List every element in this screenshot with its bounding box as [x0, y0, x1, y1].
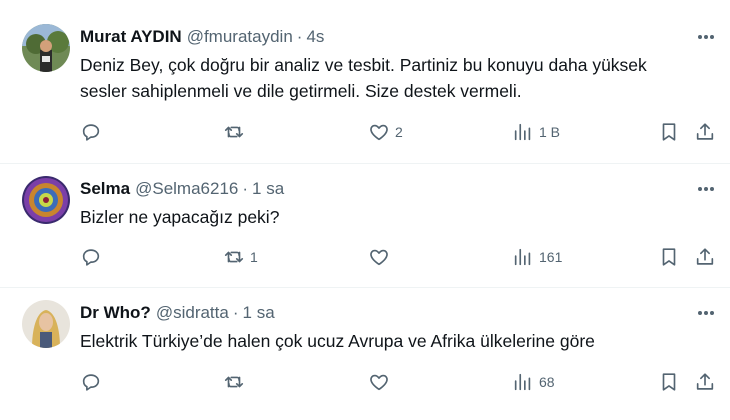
action-bar: 68 — [80, 370, 720, 394]
view-count: 68 — [539, 374, 555, 390]
views-icon — [514, 123, 531, 141]
more-dots-icon[interactable] — [696, 303, 716, 323]
separator-dot: · — [296, 27, 303, 46]
tweet-header: Selma @Selma6216 · 1 sa — [80, 177, 284, 201]
reply-button[interactable] — [80, 120, 107, 144]
bookmark-button[interactable] — [658, 370, 680, 394]
heart-icon — [370, 124, 388, 141]
more-dots-icon[interactable] — [696, 27, 716, 47]
tweet-text-line: sesler sahiplenmeli ve dile getirmeli. S… — [80, 81, 522, 101]
views-icon — [514, 248, 531, 266]
user-handle[interactable]: @sidratta — [156, 303, 229, 323]
tweet[interactable]: Dr Who? @sidratta · 1 sa Elektrik Türkiy… — [0, 288, 730, 420]
retweet-button[interactable]: 1 — [223, 245, 258, 269]
tweet-header: Dr Who? @sidratta · 1 sa — [80, 301, 275, 325]
tweet-text: Elektrik Türkiye’de halen çok ucuz Avrup… — [80, 328, 710, 354]
timestamp[interactable]: 1 sa — [252, 179, 284, 199]
heart-icon — [370, 374, 388, 391]
retweet-button[interactable] — [223, 120, 250, 144]
display-name[interactable]: Dr Who? — [80, 303, 151, 323]
views-button[interactable]: 68 — [512, 370, 555, 394]
reply-icon — [82, 249, 100, 266]
timestamp[interactable]: 1 sa — [243, 303, 275, 323]
tweet-text-line: Elektrik Türkiye’de halen çok ucuz Avrup… — [80, 331, 595, 351]
heart-icon — [370, 249, 388, 266]
reply-icon — [82, 124, 100, 141]
like-button[interactable]: 2 — [368, 120, 403, 144]
tweet-text: Bizler ne yapacağız peki? — [80, 204, 710, 230]
view-count: 161 — [539, 249, 563, 265]
reply-icon — [82, 374, 100, 391]
retweet-button[interactable] — [223, 370, 250, 394]
display-name[interactable]: Selma — [80, 179, 130, 199]
share-button[interactable] — [694, 245, 716, 269]
separator-dot: · — [232, 303, 239, 322]
tweet-text-line: Deniz Bey, çok doğru bir analiz ve tesbi… — [80, 55, 647, 75]
like-button[interactable] — [368, 370, 395, 394]
display-name[interactable]: Murat AYDIN — [80, 27, 182, 47]
avatar[interactable] — [22, 300, 70, 348]
action-bar: 2 1 B — [80, 120, 720, 144]
bookmark-button[interactable] — [658, 120, 680, 144]
reply-button[interactable] — [80, 370, 107, 394]
retweet-count: 1 — [250, 249, 258, 265]
tweet-text-line: Bizler ne yapacağız peki? — [80, 207, 280, 227]
view-count: 1 B — [539, 124, 561, 140]
views-button[interactable]: 161 — [512, 245, 562, 269]
views-icon — [514, 373, 531, 391]
share-icon — [696, 123, 714, 140]
tweet-header: Murat AYDIN @fmurataydin · 4s — [80, 25, 324, 49]
share-icon — [696, 248, 714, 265]
avatar[interactable] — [22, 176, 70, 224]
views-button[interactable]: 1 B — [512, 120, 560, 144]
user-handle[interactable]: @fmurataydin — [187, 27, 293, 47]
retweet-icon — [224, 126, 244, 138]
share-button[interactable] — [694, 370, 716, 394]
avatar[interactable] — [22, 24, 70, 72]
share-icon — [696, 373, 714, 390]
bookmark-icon — [662, 248, 676, 266]
tweet-text: Deniz Bey, çok doğru bir analiz ve tesbi… — [80, 52, 710, 104]
more-dots-icon[interactable] — [696, 179, 716, 199]
reply-button[interactable] — [80, 245, 107, 269]
share-button[interactable] — [694, 120, 716, 144]
bookmark-icon — [662, 123, 676, 141]
user-handle[interactable]: @Selma6216 — [135, 179, 238, 199]
bookmark-icon — [662, 373, 676, 391]
tweet[interactable]: Murat AYDIN @fmurataydin · 4s Deniz Bey,… — [0, 0, 730, 164]
retweet-icon — [224, 376, 244, 388]
retweet-icon — [224, 251, 244, 263]
tweet[interactable]: Selma @Selma6216 · 1 sa Bizler ne yapaca… — [0, 164, 730, 288]
bookmark-button[interactable] — [658, 245, 680, 269]
timestamp[interactable]: 4s — [306, 27, 324, 47]
like-button[interactable] — [368, 245, 395, 269]
action-bar: 1 161 — [80, 245, 720, 269]
separator-dot: · — [242, 179, 249, 198]
like-count: 2 — [395, 124, 403, 140]
